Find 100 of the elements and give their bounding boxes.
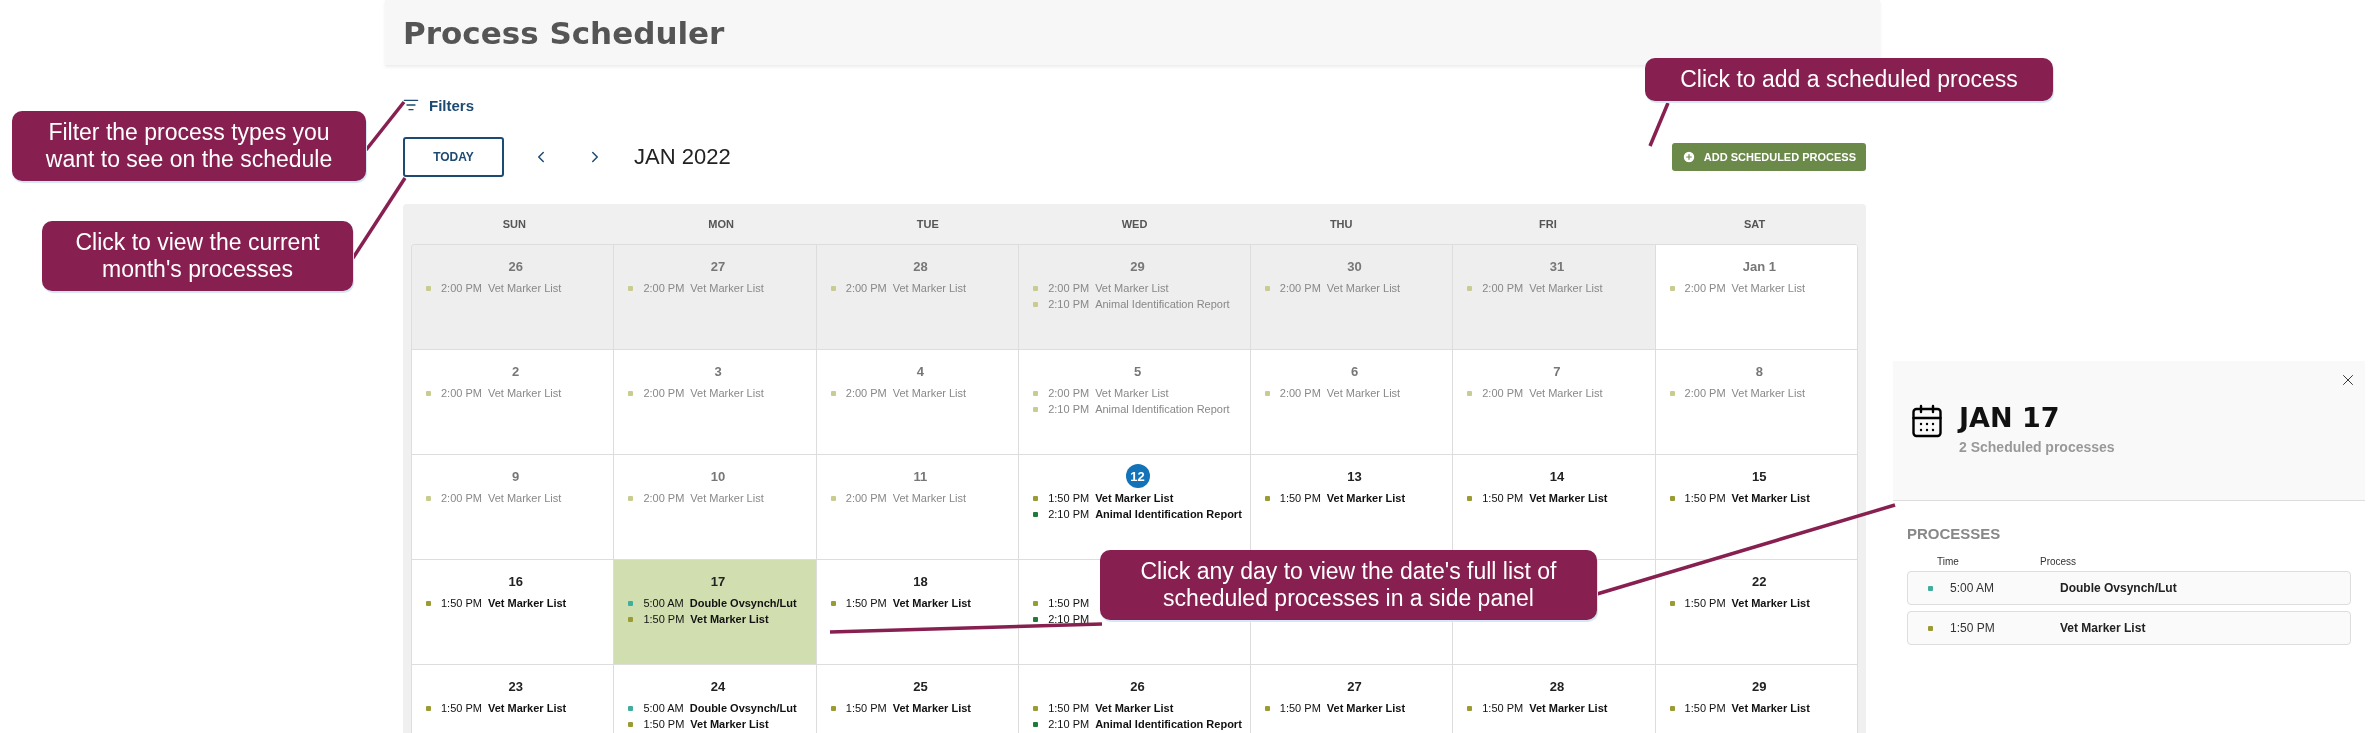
day-number: 26 [1130,678,1145,694]
event-time: 2:00 PM [1482,387,1524,399]
weekday-label: TUE [915,218,940,230]
event-time: 1:50 PM [1684,492,1726,504]
event-time: 2:10 PM [1048,718,1090,730]
day-number: 26 [508,258,523,274]
day-number: 11 [913,468,928,484]
event-time: 2:00 PM [1482,282,1524,294]
event-time: 2:00 PM [1048,282,1090,294]
event-time: 1:50 PM [1048,597,1090,609]
weekday-label: MON [707,218,735,230]
event-name: Vet Marker List [690,492,764,504]
event-time: 2:00 PM [845,282,887,294]
day-number: 8 [1755,363,1763,379]
process-name: Double Ovsynch/Lut [2060,581,2178,595]
event-name: Vet Marker List [1326,282,1401,294]
event-time: 2:10 PM [1048,613,1090,625]
event-name: Vet Marker List [892,492,967,504]
event-name: Vet Marker List [1731,282,1805,294]
event-name: Vet Marker List [892,387,967,399]
event-name: Vet Marker List [1095,702,1174,714]
event-time: 1:50 PM [1482,702,1524,714]
day-number: 3 [714,363,722,379]
event-name: Vet Marker List [1529,282,1603,294]
event-time: 2:10 PM [1048,403,1090,415]
event-name: Double Ovsynch/Lut [689,702,797,714]
weekday-label: WED [1120,218,1149,230]
event-time: 2:00 PM [1279,282,1321,294]
event-time: 1:50 PM [1279,702,1321,714]
day-number: 30 [1347,258,1362,274]
process-time: 1:50 PM [1950,621,1996,635]
event-name: Double Ovsynch/Lut [689,597,797,609]
event-name: Vet Marker List [690,387,764,399]
day-number: 15 [1752,468,1767,484]
event-name: Vet Marker List [487,492,562,504]
day-number: 27 [1347,678,1362,694]
event-name: Vet Marker List [1529,387,1603,399]
event-name: Vet Marker List [1731,597,1810,609]
event-time: 2:00 PM [845,492,887,504]
event-name: Vet Marker List [690,718,769,730]
event-time: 2:00 PM [1048,387,1090,399]
event-time: 1:50 PM [845,597,887,609]
event-name: Vet Marker List [487,597,567,609]
event-time: 5:00 AM [643,702,684,714]
day-number: 18 [913,573,928,589]
event-name: Animal Identification Report [1095,508,1242,520]
column-header: Time [1937,556,1960,567]
event-name: Vet Marker List [487,702,567,714]
process-time: 5:00 AM [1950,581,1996,595]
day-number: 25 [913,678,928,694]
day-number: 5 [1133,363,1142,379]
day-number: 31 [1549,258,1565,274]
event-time: 1:50 PM [441,597,482,609]
event-name: Vet Marker List [1326,492,1406,504]
event-name: Vet Marker List [892,597,971,609]
day-number: Jan 1 [1742,258,1776,274]
day-number: 17 [710,573,726,589]
event-name: Vet Marker List [1731,387,1805,399]
event-time: 2:10 PM [1048,508,1090,520]
day-number: 23 [508,678,523,694]
day-number: 2 [512,363,520,379]
event-time: 1:50 PM [643,718,685,730]
event-name: Animal Identification Report [1095,298,1230,310]
event-name: Vet Marker List [690,613,769,625]
panel-date: JAN 17 [1959,403,2061,433]
event-time: 1:50 PM [1048,702,1090,714]
day-number: 6 [1350,363,1359,379]
day-number: 14 [1549,468,1565,484]
annotation-tooltip: Click to add a scheduled process [1645,58,2053,101]
day-number: 27 [710,258,726,274]
event-name: Animal Identification Report [1095,403,1230,415]
day-number: 24 [710,678,726,694]
annotation-tooltip: Filter the process types you want to see on the schedule [12,111,366,181]
event-time: 1:50 PM [1048,492,1090,504]
event-time: 2:00 PM [643,282,685,294]
annotation-tooltip: Click any day to view the date's full list of scheduled processes in a side panel [1100,550,1597,620]
event-name: Vet Marker List [1095,492,1174,504]
event-time: 1:50 PM [1684,702,1726,714]
annotation-tooltip: Click to view the current month's processes [42,221,353,291]
event-name: Vet Marker List [1095,387,1169,399]
event-name: Vet Marker List [1529,492,1608,504]
event-name: Vet Marker List [487,387,562,399]
day-number: 4 [916,363,925,379]
event-time: 2:10 PM [1048,298,1090,310]
day-number: 12 [1125,464,1150,488]
event-time: 2:00 PM [1684,282,1726,294]
event-name: Vet Marker List [1731,702,1810,714]
event-name: Vet Marker List [690,282,764,294]
month-label: JAN 2022 [634,144,731,170]
event-time: 1:50 PM [845,702,887,714]
day-number: 29 [1130,258,1145,274]
event-time: 2:00 PM [845,387,887,399]
column-header: Process [2040,556,2078,567]
event-time: 2:00 PM [441,492,482,504]
event-time: 1:50 PM [1684,597,1726,609]
event-time: 2:00 PM [643,492,685,504]
day-number: 16 [508,573,523,589]
event-name: Vet Marker List [1731,492,1810,504]
event-name: Vet Marker List [1326,387,1401,399]
weekday-label: THU [1328,218,1354,230]
